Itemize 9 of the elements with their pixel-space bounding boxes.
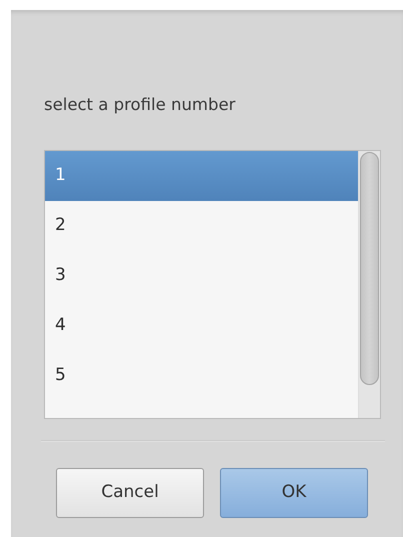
cancel-button[interactable]: Cancel (56, 468, 204, 518)
list-item[interactable]: 2 (45, 201, 358, 251)
list-item[interactable]: 3 (45, 251, 358, 301)
prompt-label: select a profile number (44, 94, 236, 116)
list-item[interactable]: 5 (45, 351, 358, 401)
scrollbar-thumb[interactable] (360, 152, 379, 385)
ok-button[interactable]: OK (220, 468, 368, 518)
scrollbar[interactable] (358, 151, 380, 418)
list-item[interactable]: 4 (45, 301, 358, 351)
